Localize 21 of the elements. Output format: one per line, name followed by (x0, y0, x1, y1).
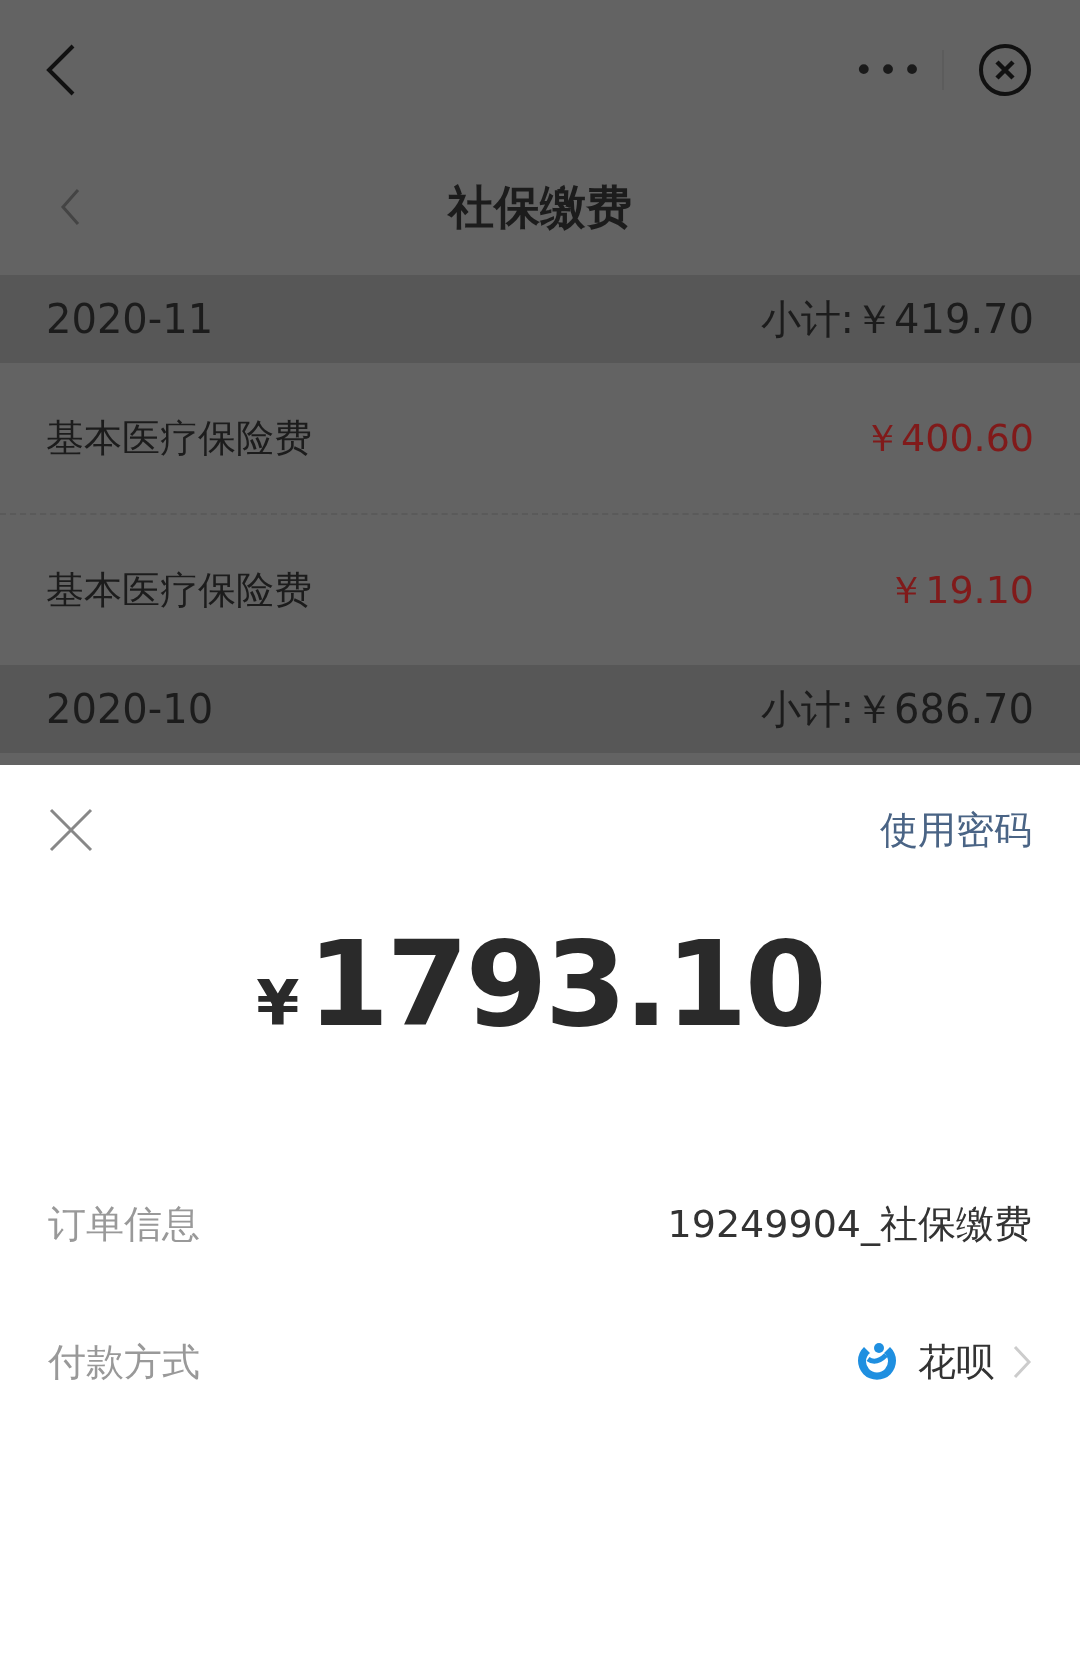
month-label: 2020-10 (46, 686, 214, 732)
close-icon[interactable] (978, 43, 1032, 97)
fee-amount: ￥19.10 (887, 566, 1034, 614)
detail-label: 付款方式 (48, 1338, 200, 1386)
month-label: 2020-11 (46, 296, 214, 342)
fee-name: 基本医疗保险费 (46, 566, 312, 614)
back-icon[interactable] (60, 188, 80, 226)
payment-amount: 1793.10 (307, 915, 824, 1053)
chevron-right-icon (1012, 1344, 1032, 1380)
fee-name: 基本医疗保险费 (46, 414, 312, 462)
use-password-link[interactable]: 使用密码 (880, 804, 1032, 856)
payment-method[interactable]: 花呗 (854, 1336, 1032, 1388)
order-info: 19249904_社保缴费 (667, 1200, 1032, 1248)
back-icon[interactable] (46, 44, 76, 96)
detail-label: 订单信息 (48, 1200, 200, 1248)
subtotal: 小计:￥419.70 (760, 294, 1034, 344)
page-title: 社保缴费 (448, 178, 632, 236)
fee-amount: ￥400.60 (863, 414, 1034, 462)
currency-symbol: ¥ (256, 967, 300, 1040)
subtotal: 小计:￥686.70 (760, 684, 1034, 734)
close-icon[interactable] (48, 807, 94, 853)
